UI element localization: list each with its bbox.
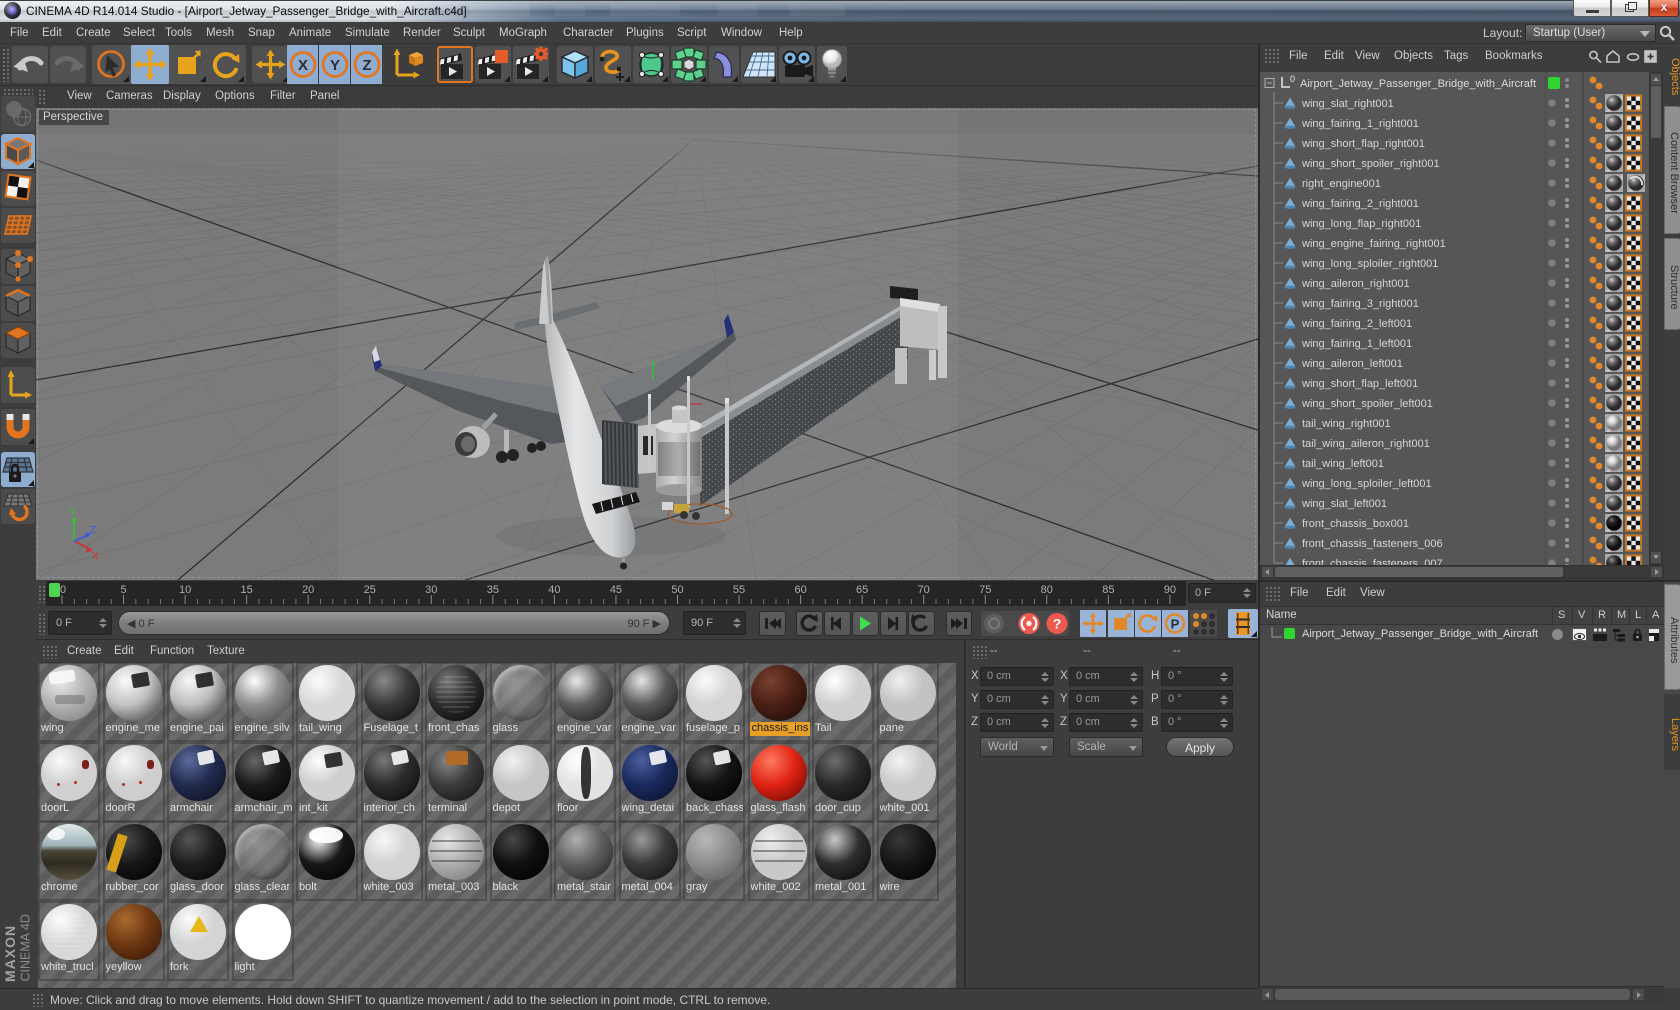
svg-text:Z: Z — [362, 57, 371, 74]
svg-text:tail_wing_right001: tail_wing_right001 — [1302, 418, 1391, 430]
svg-text:wing_aileron_left001: wing_aileron_left001 — [1301, 358, 1403, 370]
svg-text:40: 40 — [548, 584, 560, 596]
svg-text:wing_short_flap_right001: wing_short_flap_right001 — [1301, 138, 1425, 150]
svg-text:wing_long_sploiler_left001: wing_long_sploiler_left001 — [1301, 478, 1432, 490]
svg-text:60: 60 — [794, 584, 806, 596]
svg-text:wing_fairing_1_left001: wing_fairing_1_left001 — [1301, 338, 1412, 350]
svg-text:wing_short_flap_left001: wing_short_flap_left001 — [1301, 378, 1418, 390]
svg-text:wing_fairing_1_right001: wing_fairing_1_right001 — [1301, 118, 1419, 130]
svg-text:15: 15 — [241, 584, 253, 596]
svg-text:front_chassis_box001: front_chassis_box001 — [1302, 518, 1409, 530]
svg-text:Airport_Jetway_Passenger_Bridg: Airport_Jetway_Passenger_Bridge_with_Air… — [1300, 78, 1536, 90]
svg-text:0: 0 — [1290, 74, 1295, 84]
svg-text:25: 25 — [364, 584, 376, 596]
svg-text:70: 70 — [918, 584, 930, 596]
svg-text:75: 75 — [979, 584, 991, 596]
svg-text:0: 0 — [60, 584, 66, 596]
svg-text:85: 85 — [1102, 584, 1114, 596]
svg-text:30: 30 — [425, 584, 437, 596]
svg-text:20: 20 — [302, 584, 314, 596]
svg-text:10: 10 — [179, 584, 191, 596]
svg-text:50: 50 — [671, 584, 683, 596]
svg-text:right_engine001: right_engine001 — [1302, 178, 1381, 190]
svg-text:front_chassis_fasteners_007: front_chassis_fasteners_007 — [1302, 558, 1443, 565]
svg-text:wing_long_sploiler_right001: wing_long_sploiler_right001 — [1301, 258, 1438, 270]
svg-text:wing_engine_fairing_right001: wing_engine_fairing_right001 — [1301, 238, 1446, 250]
svg-text:65: 65 — [856, 584, 868, 596]
svg-text:wing_fairing_2_left001: wing_fairing_2_left001 — [1301, 318, 1412, 330]
svg-text:tail_wing_aileron_right001: tail_wing_aileron_right001 — [1302, 438, 1430, 450]
svg-text:90: 90 — [1164, 584, 1176, 596]
svg-text:wing_short_spoiler_right001: wing_short_spoiler_right001 — [1301, 158, 1440, 170]
svg-text:55: 55 — [733, 584, 745, 596]
svg-text:80: 80 — [1041, 584, 1053, 596]
svg-text:35: 35 — [487, 584, 499, 596]
svg-text:P: P — [1171, 617, 1180, 632]
svg-text:X: X — [298, 57, 308, 74]
svg-text:front_chassis_fasteners_006: front_chassis_fasteners_006 — [1302, 538, 1443, 550]
svg-text:wing_slat_right001: wing_slat_right001 — [1301, 98, 1394, 110]
svg-text:wing_aileron_right001: wing_aileron_right001 — [1301, 278, 1410, 290]
svg-text:Z: Z — [90, 525, 96, 536]
svg-text:45: 45 — [610, 584, 622, 596]
svg-text:5: 5 — [120, 584, 126, 596]
svg-text:X: X — [92, 551, 99, 562]
svg-text:wing_fairing_3_right001: wing_fairing_3_right001 — [1301, 298, 1419, 310]
svg-text:wing_long_flap_right001: wing_long_flap_right001 — [1301, 218, 1421, 230]
svg-text:Y: Y — [69, 507, 76, 518]
svg-text:wing_fairing_2_right001: wing_fairing_2_right001 — [1301, 198, 1419, 210]
svg-text:tail_wing_left001: tail_wing_left001 — [1302, 458, 1384, 470]
svg-text:Y: Y — [330, 57, 340, 74]
svg-text:wing_short_spoiler_left001: wing_short_spoiler_left001 — [1301, 398, 1433, 410]
svg-text:?: ? — [1053, 616, 1062, 632]
svg-text:wing_slat_left001: wing_slat_left001 — [1301, 498, 1387, 510]
